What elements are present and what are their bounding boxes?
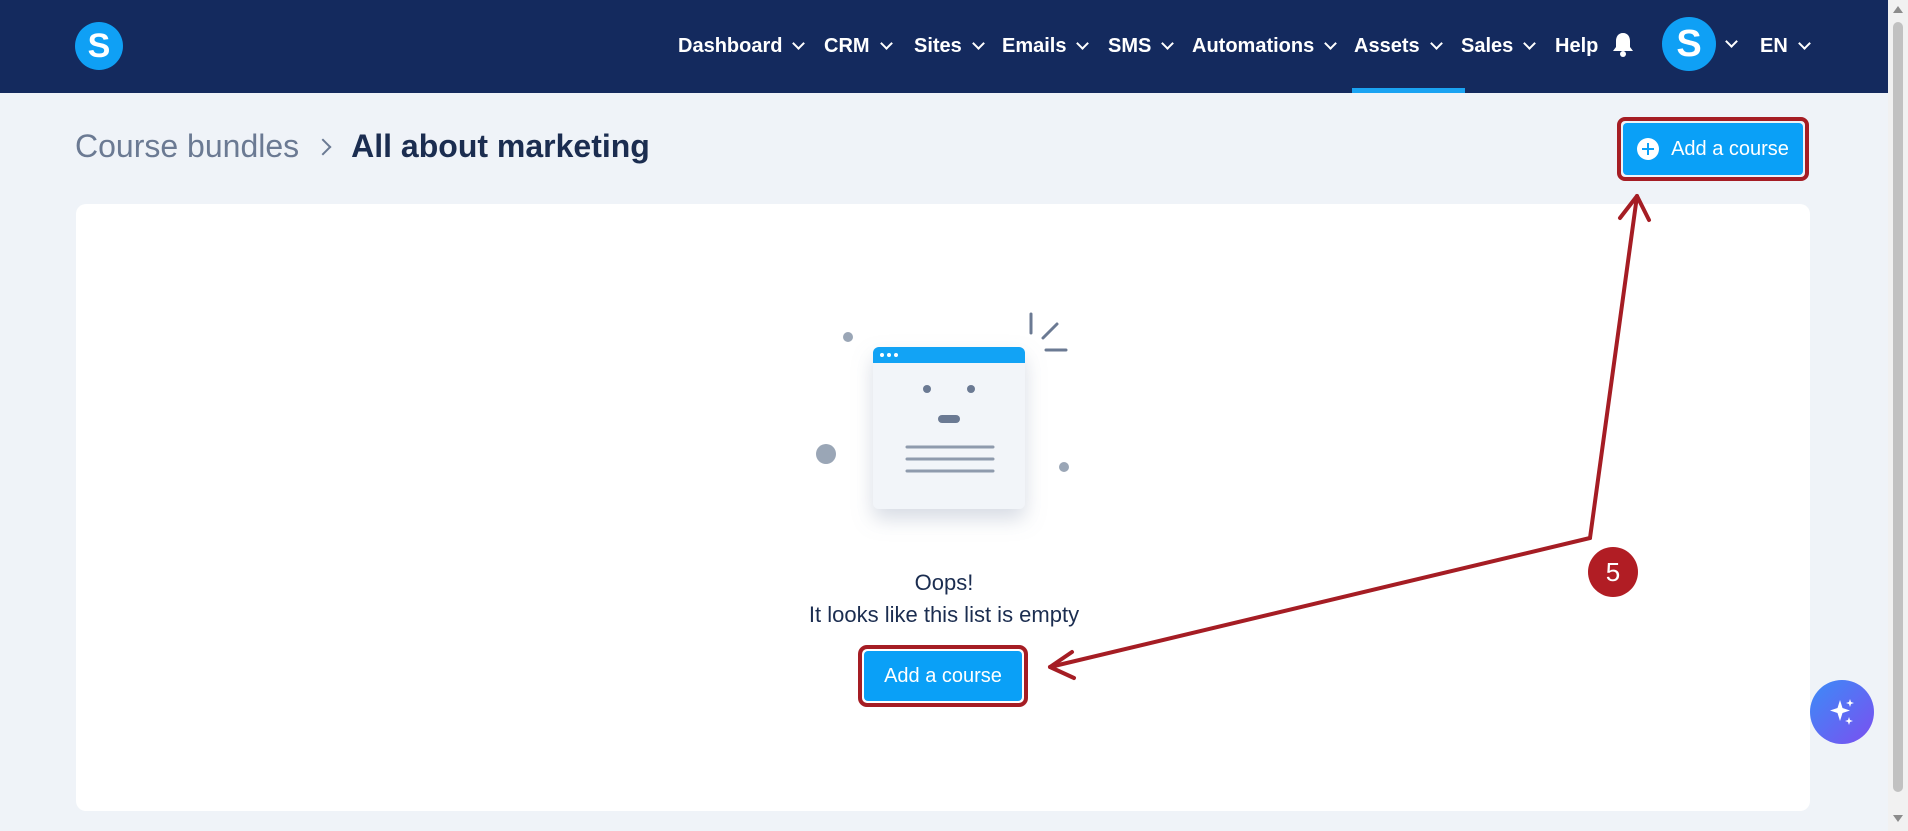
empty-list-illustration — [816, 312, 1069, 509]
nav-item-label: Assets — [1354, 35, 1420, 57]
nav-item-label: Automations — [1192, 35, 1315, 57]
nav-item-label: Sites — [914, 35, 962, 57]
nav-item-dashboard[interactable]: Dashboard — [678, 0, 806, 93]
language-selector[interactable]: EN — [1760, 0, 1811, 93]
chevron-down-icon — [971, 37, 985, 50]
annotation-highlight-box: Add a course — [1617, 117, 1809, 181]
vertical-scrollbar[interactable] — [1888, 0, 1908, 831]
nav-item-automations[interactable]: Automations — [1192, 0, 1338, 93]
chevron-down-icon — [1161, 37, 1175, 50]
nav-item-label: Sales — [1461, 35, 1514, 57]
chevron-down-icon — [1797, 37, 1811, 50]
empty-state-add-course-button[interactable]: Add a course — [864, 651, 1022, 701]
nav-item-label: SMS — [1108, 35, 1152, 57]
nav-item-sms[interactable]: SMS — [1108, 0, 1175, 93]
ai-assistant-button[interactable] — [1810, 680, 1874, 744]
plus-circle-icon — [1637, 138, 1660, 160]
sparkle-icon — [1830, 699, 1854, 725]
chevron-right-icon — [314, 138, 332, 155]
app-logo[interactable]: S — [75, 22, 123, 70]
chevron-down-icon — [1324, 37, 1338, 50]
add-course-button-label: Add a course — [1671, 137, 1789, 160]
add-course-button-label: Add a course — [884, 664, 1002, 687]
breadcrumb: Course bundles All about marketing — [75, 128, 650, 165]
nav-item-help[interactable]: Help — [1555, 0, 1598, 93]
language-label: EN — [1760, 35, 1788, 57]
scroll-up-arrow-icon[interactable] — [1893, 6, 1903, 13]
breadcrumb-parent-link[interactable]: Course bundles — [75, 128, 299, 165]
chevron-down-icon — [1429, 37, 1443, 50]
nav-item-label: Emails — [1002, 35, 1067, 57]
chevron-down-icon — [1076, 37, 1090, 50]
nav-item-sites[interactable]: Sites — [914, 0, 985, 93]
page-title: All about marketing — [351, 128, 650, 164]
add-course-button[interactable]: Add a course — [1623, 123, 1803, 175]
nav-item-crm[interactable]: CRM — [824, 0, 893, 93]
empty-state-subtitle: It looks like this list is empty — [808, 602, 1080, 627]
bell-icon[interactable] — [1612, 31, 1634, 57]
chevron-down-icon — [879, 37, 893, 50]
step-number-badge: 5 — [1588, 547, 1638, 597]
nav-item-label: Help — [1555, 35, 1599, 57]
chevron-down-icon[interactable] — [1725, 35, 1738, 48]
nav-item-emails[interactable]: Emails — [1002, 0, 1090, 93]
nav-item-label: Dashboard — [678, 35, 783, 57]
scroll-down-arrow-icon[interactable] — [1893, 815, 1903, 822]
top-navigation-bar: S Dashboard CRM Sites Emails SMS Automat… — [0, 0, 1888, 93]
nav-item-label: CRM — [824, 35, 870, 57]
annotation-highlight-box: Add a course — [858, 645, 1028, 707]
nav-item-assets[interactable]: Assets — [1352, 0, 1465, 93]
scrollbar-thumb[interactable] — [1893, 22, 1903, 792]
nav-item-sales[interactable]: Sales — [1461, 0, 1537, 93]
chevron-down-icon — [1523, 37, 1537, 50]
user-avatar[interactable]: S — [1662, 17, 1716, 71]
chevron-down-icon — [792, 37, 806, 50]
